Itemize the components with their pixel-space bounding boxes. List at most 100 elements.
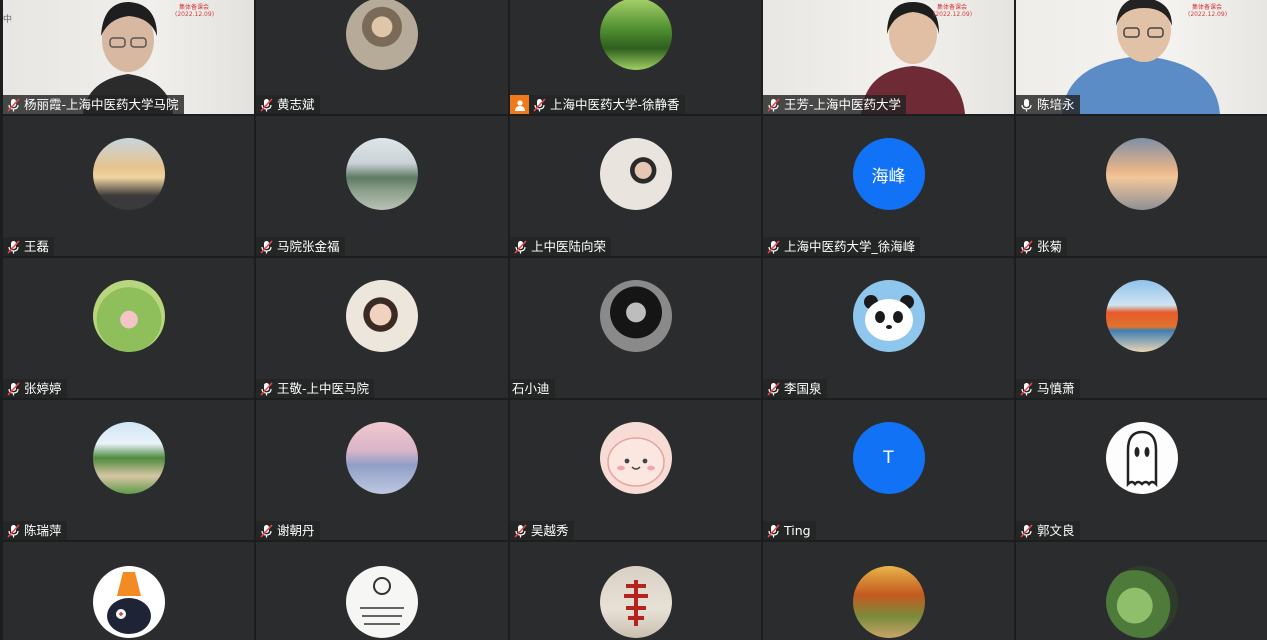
participant-name: 马院张金福: [277, 239, 340, 254]
nameplate: 谢朝丹: [256, 521, 320, 540]
participant-name: 王磊: [24, 239, 50, 254]
mic-muted-icon: [514, 523, 527, 538]
participant-tile-5[interactable]: 王磊: [3, 116, 254, 256]
nameplate: 李国泉: [763, 379, 827, 398]
mic-muted-icon: [1020, 239, 1033, 254]
participant-name: 上中医陆向荣: [531, 239, 607, 254]
avatar: [346, 280, 418, 352]
participant-name: 李国泉: [784, 381, 822, 396]
cute-face-icon: [606, 437, 665, 487]
participant-tile-12[interactable]: 石小迪: [510, 258, 761, 398]
participant-tile-3[interactable]: 集体备课会 (2022.12.09) 王芳-上海中医药大学: [763, 0, 1014, 114]
mic-muted-icon: [7, 97, 20, 112]
participant-tile-11[interactable]: 王敬-上中医马院: [256, 258, 508, 398]
participant-tile-8[interactable]: 海峰 上海中医药大学_徐海峰: [763, 116, 1014, 256]
mic-muted-icon: [767, 239, 780, 254]
participant-name: 马慎萧: [1037, 381, 1075, 396]
participant-tile-19[interactable]: 郭文良: [1016, 400, 1267, 540]
avatar: [92, 280, 165, 352]
nameplate: Ting: [763, 521, 816, 540]
mic-muted-icon: [767, 97, 780, 112]
handwriting-image-icon: [360, 577, 404, 625]
nameplate: 张菊: [1016, 237, 1068, 256]
nameplate: 上海中医药大学_徐海峰: [763, 237, 921, 256]
participant-tile-18[interactable]: T Ting: [763, 400, 1014, 540]
avatar-initials: 海峰: [852, 138, 925, 210]
participant-tile-4[interactable]: 集体备课会 (2022.12.09) 陈培永: [1016, 0, 1267, 114]
nameplate: 张婷婷: [3, 379, 67, 398]
participant-tile-6[interactable]: 马院张金福: [256, 116, 508, 256]
participant-tile-17[interactable]: 吴越秀: [510, 400, 761, 540]
avatar: [346, 422, 418, 494]
user-icon: [514, 99, 525, 111]
ghost-icon: [1126, 430, 1157, 488]
nameplate: 马院张金福: [256, 237, 345, 256]
mic-muted-icon: [533, 97, 546, 112]
banner-title: 集体备课会: [937, 4, 968, 11]
participant-name: 郭文良: [1037, 523, 1075, 538]
participant-name: 张菊: [1037, 239, 1063, 254]
avatar: [852, 566, 925, 638]
avatar: [1105, 566, 1178, 638]
participant-tile-1[interactable]: 黄志斌: [256, 0, 508, 114]
avatar: [346, 138, 418, 210]
nameplate: 上海中医药大学-徐静香: [510, 95, 685, 114]
edge-caption: 中: [3, 15, 13, 25]
traffic-cone-character-icon: [106, 572, 151, 634]
avatar: [599, 280, 672, 352]
participant-tile-14[interactable]: 马慎萧: [1016, 258, 1267, 398]
nameplate: 黄志斌: [256, 95, 320, 114]
nameplate: 杨丽霞-上海中医药大学马院: [3, 95, 184, 114]
avatar: [92, 138, 165, 210]
participant-tile-20[interactable]: [3, 542, 254, 640]
participant-tile-0[interactable]: 集体备课会 (2022.12.09) 中 杨丽霞-上海中医药大学马院: [3, 0, 254, 114]
participant-name: 张婷婷: [24, 381, 62, 396]
mic-icon: [1021, 98, 1032, 111]
avatar: [599, 566, 672, 638]
avatar: [599, 138, 672, 210]
avatar: [346, 566, 418, 638]
avatar-initials: T: [852, 422, 925, 494]
nameplate: 王芳-上海中医药大学: [763, 95, 907, 114]
mic-muted-icon: [1020, 523, 1033, 538]
participant-tile-22[interactable]: [510, 542, 761, 640]
participant-tile-21[interactable]: [256, 542, 508, 640]
nameplate: 陈培永: [1016, 95, 1080, 114]
nameplate: 王磊: [3, 237, 55, 256]
banner-date: (2022.12.09): [1188, 11, 1228, 18]
mic-muted-icon: [7, 381, 20, 396]
mic-muted-icon: [7, 523, 20, 538]
participant-tile-2[interactable]: 上海中医药大学-徐静香: [510, 0, 761, 114]
participant-name: 上海中医药大学_徐海峰: [784, 239, 916, 254]
banner-title: 集体备课会: [1192, 4, 1223, 11]
banner-date: (2022.12.09): [933, 11, 973, 18]
participant-tile-10[interactable]: 张婷婷: [3, 258, 254, 398]
banner-date: (2022.12.09): [175, 11, 215, 18]
avatar: [852, 280, 925, 352]
participant-tile-16[interactable]: 谢朝丹: [256, 400, 508, 540]
participant-tile-23[interactable]: [763, 542, 1014, 640]
mic-muted-icon: [767, 523, 780, 538]
nameplate: 王敬-上中医马院: [256, 379, 375, 398]
participant-tile-24[interactable]: [1016, 542, 1267, 640]
avatar: [1105, 138, 1178, 210]
nameplate: 石小迪: [510, 379, 555, 398]
participant-tile-9[interactable]: 张菊: [1016, 116, 1267, 256]
participant-tile-7[interactable]: 上中医陆向荣: [510, 116, 761, 256]
participant-name: Ting: [784, 523, 811, 538]
mic-muted-icon: [260, 523, 273, 538]
participant-name: 王芳-上海中医药大学: [784, 97, 902, 112]
participant-tile-15[interactable]: 陈瑞萍: [3, 400, 254, 540]
mic-muted-icon: [7, 239, 20, 254]
nameplate: 吴越秀: [510, 521, 574, 540]
mic-muted-icon: [767, 381, 780, 396]
mic-muted-icon: [260, 239, 273, 254]
mic-muted-icon: [1020, 381, 1033, 396]
calligraphy-icon: [623, 580, 648, 626]
participant-tile-13[interactable]: 李国泉: [763, 258, 1014, 398]
avatar: [92, 422, 165, 494]
panda-icon: [863, 295, 914, 341]
mic-muted-icon: [260, 97, 273, 112]
participant-name: 吴越秀: [531, 523, 569, 538]
avatar: [599, 422, 672, 494]
